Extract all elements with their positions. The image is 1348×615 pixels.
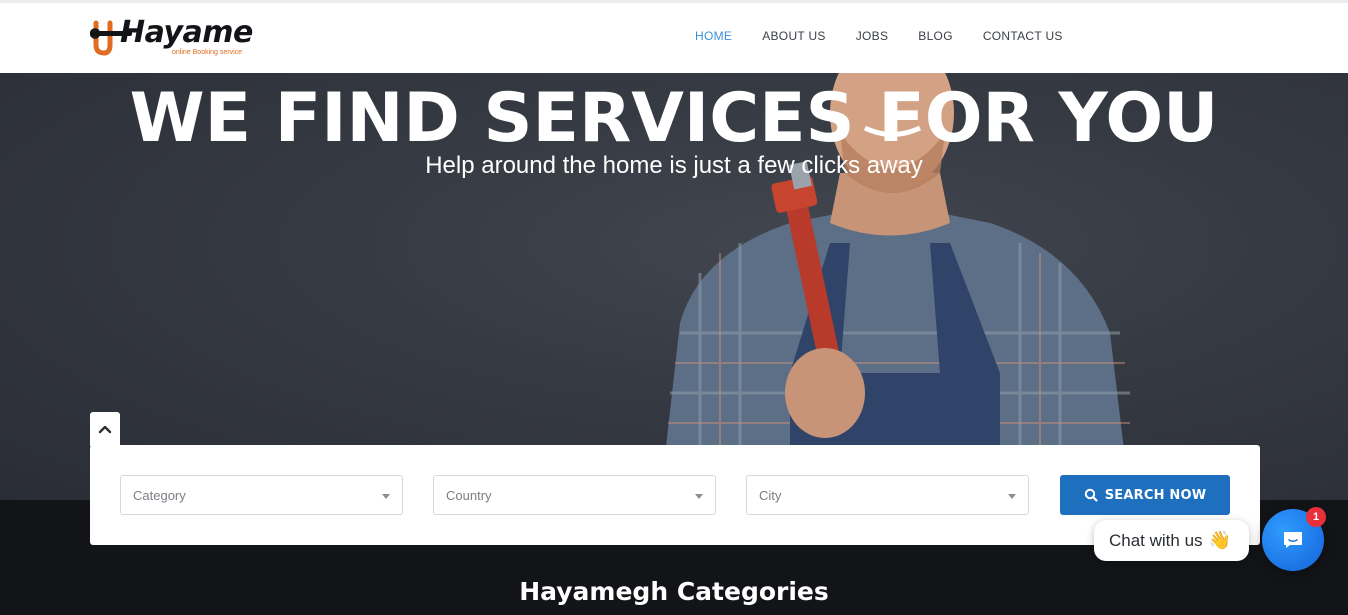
category-select[interactable]: Category — [120, 475, 403, 515]
unread-badge: 1 — [1306, 507, 1326, 527]
hero-banner: WE FIND SERVICES FOR YOU Help around the… — [0, 73, 1348, 500]
collapse-search-toggle[interactable] — [90, 412, 120, 446]
country-placeholder: Country — [446, 488, 492, 503]
navbar: Hayame online Booking service HOME ABOUT… — [0, 3, 1348, 73]
main-nav: HOME ABOUT US JOBS BLOG CONTACT US — [695, 29, 1093, 43]
category-placeholder: Category — [133, 488, 186, 503]
logo-wordmark: Hayame — [120, 15, 253, 50]
search-now-label: SEARCH NOW — [1104, 487, 1207, 503]
nav-home[interactable]: HOME — [695, 29, 732, 43]
hero-subtitle: Help around the home is just a few click… — [425, 152, 923, 179]
nav-contact-us[interactable]: CONTACT US — [983, 29, 1063, 43]
wave-emoji-icon: 👋 — [1208, 530, 1231, 550]
caret-down-icon — [695, 494, 703, 499]
chat-prompt-text: Chat with us — [1109, 530, 1203, 550]
country-select[interactable]: Country — [433, 475, 716, 515]
search-icon — [1084, 488, 1098, 502]
logo[interactable]: Hayame online Booking service — [90, 15, 253, 63]
nav-jobs[interactable]: JOBS — [856, 29, 889, 43]
city-select[interactable]: City — [746, 475, 1029, 515]
city-placeholder: City — [759, 488, 782, 503]
chat-prompt-bubble[interactable]: Chat with us 👋 — [1094, 520, 1249, 561]
logo-tagline: online Booking service — [172, 49, 243, 56]
chat-icon — [1284, 532, 1302, 548]
nav-about-us[interactable]: ABOUT US — [762, 29, 826, 43]
caret-down-icon — [382, 494, 390, 499]
nav-blog[interactable]: BLOG — [918, 29, 953, 43]
caret-down-icon — [1008, 494, 1016, 499]
search-panel: Category Country City SEARCH NOW — [90, 445, 1260, 545]
hero-title: WE FIND SERVICES FOR YOU — [129, 79, 1219, 158]
categories-heading: Hayamegh Categories — [519, 577, 829, 606]
search-now-button[interactable]: SEARCH NOW — [1060, 475, 1230, 515]
chevron-up-icon — [98, 425, 112, 434]
